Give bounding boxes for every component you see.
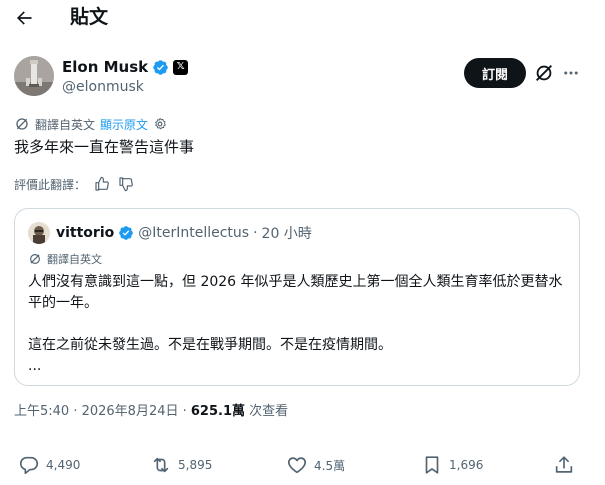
author-name-text: Elon Musk [62, 58, 149, 76]
action-bar: 4,490 5,895 4.5萬 1,696 [0, 452, 605, 478]
post-timestamp[interactable]: 上午5:40 · 2026年8月24日 · [14, 404, 191, 419]
rate-translation-label: 評價此翻譯： [14, 177, 87, 192]
translated-from-label: 翻譯自英文 [35, 117, 96, 132]
thumbs-up-icon[interactable] [94, 176, 110, 192]
bookmark-count: 1,696 [449, 458, 484, 472]
post-text: 我多年來一直在警告這件事 [14, 138, 195, 156]
verified-badge-icon [119, 226, 134, 240]
page-title: 貼文 [70, 6, 109, 28]
avatar[interactable] [14, 56, 54, 96]
author-handle[interactable]: @elonmusk [62, 78, 144, 96]
views-label: 次查看 [245, 404, 289, 419]
x-affiliate-badge-icon: 𝕏 [173, 59, 189, 75]
repost-count: 5,895 [178, 458, 213, 472]
post-meta-row: 上午5:40 · 2026年8月24日 · 625.1萬 次查看 [14, 403, 288, 421]
like-button[interactable]: 4.5萬 [286, 452, 345, 478]
avatar-image [14, 56, 54, 96]
share-button[interactable] [553, 452, 575, 478]
reply-count: 4,490 [46, 458, 81, 472]
grok-button[interactable] [533, 62, 555, 84]
grok-icon [536, 65, 552, 81]
show-original-link[interactable]: 顯示原文 [100, 116, 148, 133]
bookmark-button[interactable]: 1,696 [421, 452, 483, 478]
quoted-author-handle[interactable]: @IterIntellectus [138, 225, 249, 241]
more-options-button[interactable] [560, 62, 582, 84]
rate-translation-row: 評價此翻譯： [14, 175, 134, 193]
back-button[interactable] [6, 4, 42, 32]
quoted-ellipsis: ... [28, 358, 42, 374]
quoted-translation-row: 翻譯自英文 [28, 251, 102, 267]
quoted-paragraph-2: 這在之前從未發生過。不是在戰爭期間。不是在疫情期間。 [28, 337, 392, 353]
quoted-author-line: vittorio @IterIntellectus · 20 小時 [56, 222, 312, 244]
bookmark-icon [425, 456, 439, 474]
repost-button[interactable]: 5,895 [150, 452, 212, 478]
heart-icon [287, 457, 307, 474]
subscribe-button[interactable]: 訂閱 [464, 58, 526, 88]
author-name[interactable]: Elon Musk 𝕏 [62, 57, 189, 77]
repost-icon [153, 457, 169, 473]
translate-icon [30, 254, 40, 264]
like-count: 4.5萬 [314, 458, 346, 473]
translate-icon [16, 118, 28, 130]
quoted-paragraph-1: 人們沒有意識到這一點，但 2026 年似乎是人類歷史上第一個全人類生育率低於更替… [28, 274, 563, 311]
quoted-post-time[interactable]: 20 小時 [262, 223, 312, 243]
quoted-author-avatar[interactable] [28, 222, 50, 244]
more-dots-icon [564, 71, 578, 75]
reply-icon [19, 456, 39, 475]
share-icon [555, 456, 573, 473]
thumbs-down-icon[interactable] [118, 176, 134, 192]
gear-icon[interactable] [153, 117, 167, 131]
translation-row: 翻譯自英文 顯示原文 [14, 115, 167, 133]
quoted-translated-label: 翻譯自英文 [47, 253, 102, 266]
quoted-post-text: 人們沒有意識到這一點，但 2026 年似乎是人類歷史上第一個全人類生育率低於更替… [28, 272, 573, 377]
quoted-avatar-image [28, 222, 50, 244]
view-count: 625.1萬 [190, 404, 246, 419]
reply-button[interactable]: 4,490 [18, 452, 80, 478]
arrow-left-icon [17, 11, 32, 25]
quoted-author-name[interactable]: vittorio [56, 225, 114, 241]
separator-dot: · [253, 225, 258, 241]
verified-badge-icon [153, 59, 168, 75]
